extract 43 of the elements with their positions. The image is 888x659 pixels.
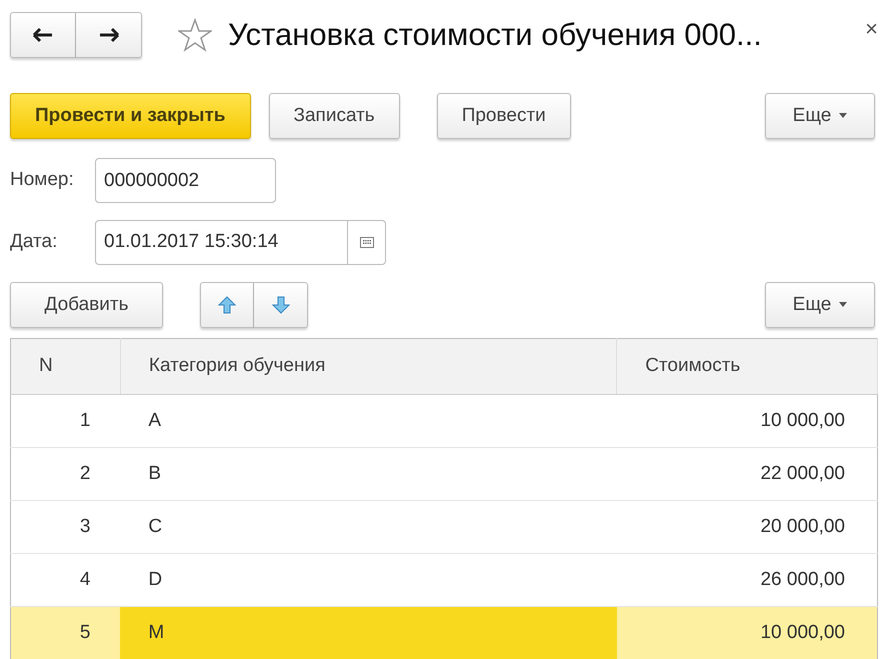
table-cell: C (120, 500, 617, 554)
table-cell: 3 (10, 500, 120, 554)
table-cell: 2 (10, 448, 120, 500)
column-header[interactable]: N (10, 338, 120, 394)
post-and-close-button[interactable]: Провести и закрыть (10, 93, 250, 139)
table-cell: M (120, 606, 617, 659)
post-button[interactable]: Провести (436, 93, 571, 139)
table-cell: 10 000,00 (616, 394, 878, 448)
table-cell: 20 000,00 (616, 500, 878, 554)
move-up-button[interactable] (200, 282, 254, 328)
arrow-right-icon (98, 27, 120, 43)
arrow-down-icon (272, 296, 290, 314)
save-button[interactable]: Записать (268, 93, 400, 139)
field-label: Дата: (10, 230, 58, 254)
table-cell: 1 (10, 394, 120, 448)
table-cell: 5 (10, 606, 120, 659)
table-row[interactable]: 5 M 10 000,00 (10, 606, 878, 659)
back-button[interactable] (10, 12, 76, 58)
caret-icon (839, 113, 848, 118)
move-down-button[interactable] (254, 282, 308, 328)
arrow-up-icon (218, 296, 236, 314)
table-row[interactable]: 1 A 10 000,00 (10, 394, 878, 448)
table-cell: 10 000,00 (616, 606, 878, 659)
more-button[interactable]: Еще (765, 93, 875, 139)
close-button[interactable]: × (865, 12, 878, 44)
table-cell: A (120, 394, 617, 448)
caret-icon (839, 302, 848, 308)
window-title: Установка стоимости обучения 000... (228, 16, 762, 54)
number-field[interactable]: 000000002 (95, 158, 276, 203)
table-row[interactable]: 3 C 20 000,00 (10, 500, 878, 554)
field-label: Номер: (10, 168, 75, 192)
table-cell: 22 000,00 (616, 448, 878, 500)
calendar-icon (360, 237, 374, 248)
column-header[interactable]: Категория обучения (120, 338, 617, 394)
more-button[interactable]: Еще (765, 282, 875, 328)
add-button[interactable]: Добавить (10, 282, 163, 328)
star-icon[interactable] (178, 18, 212, 52)
arrow-left-icon (32, 27, 54, 43)
forward-button[interactable] (76, 12, 142, 58)
table-row[interactable]: 2 B 22 000,00 (10, 448, 878, 500)
table-cell: B (120, 448, 617, 500)
column-header[interactable]: Стоимость (616, 338, 878, 394)
date-field[interactable]: 01.01.2017 15:30:14 (95, 220, 386, 265)
